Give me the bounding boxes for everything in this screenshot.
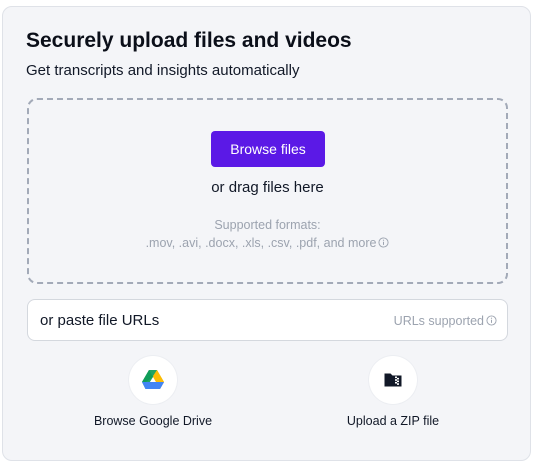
google-drive-icon-circle[interactable] [129,356,177,404]
supported-formats-label: Supported formats: [214,218,321,232]
urls-supported-text: URLs supported [393,314,484,328]
upload-zip-label: Upload a ZIP file [346,414,440,428]
upload-zip-button[interactable]: Upload a ZIP file [303,356,483,429]
file-dropzone[interactable]: Browse files or drag files here Supporte… [27,98,508,284]
file-url-field[interactable]: URLs supported [27,299,508,341]
browse-files-button[interactable]: Browse files [211,131,325,167]
page-subtitle: Get transcripts and insights automatical… [26,62,300,79]
drag-files-text: or drag files here [211,179,324,196]
google-drive-icon [142,370,164,389]
browse-google-drive-label: Browse Google Drive [93,414,213,428]
zip-icon-circle[interactable] [369,356,417,404]
urls-info-icon[interactable] [486,315,497,326]
file-url-input[interactable] [40,300,370,340]
formats-list-text: .mov, .avi, .docx, .xls, .csv, .pdf, and… [145,236,377,250]
supported-formats-list: .mov, .avi, .docx, .xls, .csv, .pdf, and… [29,235,506,251]
urls-supported-hint: URLs supported [394,313,497,329]
formats-info-icon[interactable] [378,237,389,248]
browse-google-drive-button[interactable]: Browse Google Drive [63,356,243,429]
page-title: Securely upload files and videos [26,29,352,52]
upload-card: Securely upload files and videos Get tra… [2,6,531,461]
zip-file-icon [384,373,402,387]
